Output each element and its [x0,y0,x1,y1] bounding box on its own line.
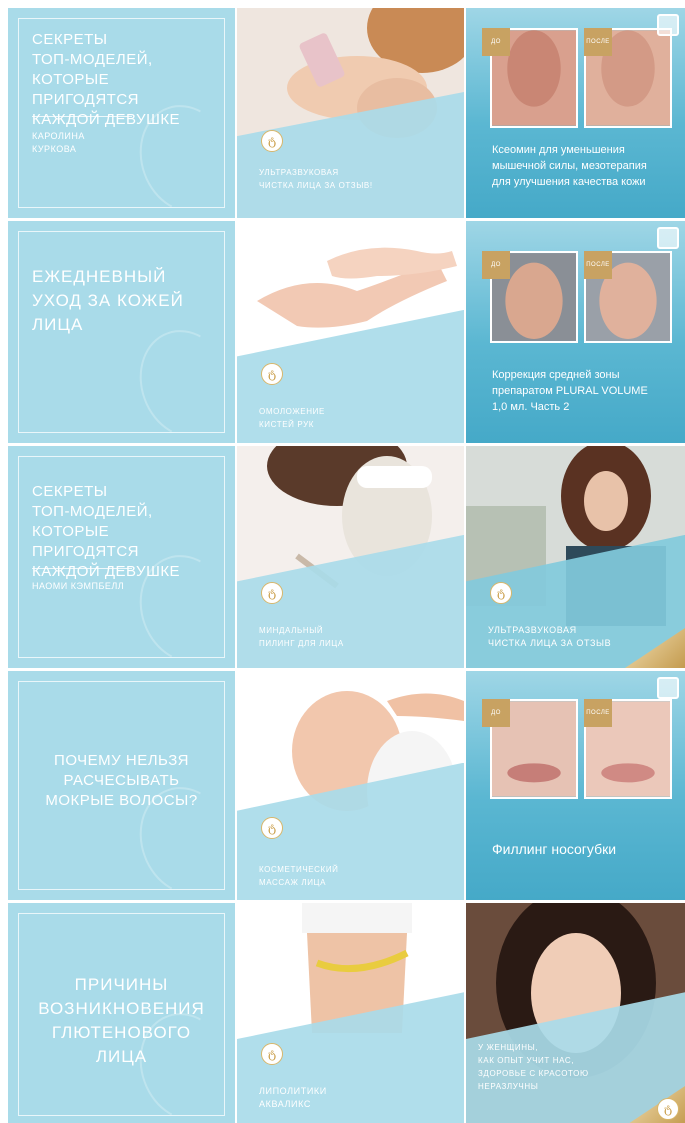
divider-line [32,116,132,117]
tile-caption: У ЖЕНЩИНЫ, КАК ОПЫТ УЧИТ НАС, ЗДОРОВЬЕ С… [478,1043,589,1091]
post-tile-hand-rejuvenation[interactable]: ტ ОМОЛОЖЕНИЕ КИСТЕЙ РУК [237,221,464,443]
after-label: ПОСЛЕ [584,251,612,279]
corner-square-icon [657,227,679,249]
post-tile-ultrasonic-cleaning[interactable]: ტ УЛЬТРАЗВУКОВАЯ ЧИСТКА ЛИЦА ЗА ОТЗЫВ! [237,8,464,218]
tile-caption: КОСМЕТИЧЕСКИЙ МАССАЖ ЛИЦА [259,865,339,887]
brand-logo-icon: ტ [261,582,283,604]
brand-logo-icon: ტ [490,582,512,604]
after-label: ПОСЛЕ [584,28,612,56]
post-tile-health-and-beauty[interactable]: У ЖЕНЩИНЫ, КАК ОПЫТ УЧИТ НАС, ЗДОРОВЬЕ С… [466,903,685,1123]
tile-description: Коррекция средней зоны препаратом PLURAL… [492,369,648,413]
tile-caption: УЛЬТРАЗВУКОВАЯ ЧИСТКА ЛИЦА ЗА ОТЗЫВ [488,625,612,648]
brand-logo-icon: ტ [261,363,283,385]
tile-caption: ОМОЛОЖЕНИЕ КИСТЕЙ РУК [259,407,325,429]
tile-description: Филлинг носогубки [492,841,617,857]
brand-logo-icon: ტ [261,130,283,152]
tile-caption: УЛЬТРАЗВУКОВАЯ ЧИСТКА ЛИЦА ЗА ОТЗЫВ! [259,168,373,190]
before-label: ДО [482,699,510,727]
corner-square-icon [657,14,679,36]
post-tile-secrets-campbell[interactable]: СЕКРЕТЫ ТОП-МОДЕЛЕЙ, КОТОРЫЕ ПРИГОДЯТСЯ … [8,446,235,668]
after-label: ПОСЛЕ [584,699,612,727]
post-tile-wet-hair[interactable]: ПОЧЕМУ НЕЛЬЗЯ РАСЧЕСЫВАТЬ МОКРЫЕ ВОЛОСЫ? [8,671,235,900]
brand-logo-icon: ტ [261,1043,283,1065]
tile-headline: ПРИЧИНЫ ВОЗНИКНОВЕНИЯ ГЛЮТЕНОВОГО ЛИЦА [38,975,205,1066]
tile-caption: КАРОЛИНА КУРКОВА [32,131,85,154]
tile-headline: СЕКРЕТЫ ТОП-МОДЕЛЕЙ, КОТОРЫЕ ПРИГОДЯТСЯ … [32,31,181,128]
tile-headline: ПОЧЕМУ НЕЛЬЗЯ РАСЧЕСЫВАТЬ МОКРЫЕ ВОЛОСЫ? [45,752,198,809]
tile-description: Ксеомин для уменьшения мышечной силы, ме… [492,144,647,188]
tile-caption: МИНДАЛЬНЫЙ ПИЛИНГ ДЛЯ ЛИЦА [259,626,344,648]
brand-logo-icon: ტ [261,817,283,839]
post-tile-lipolytics[interactable]: ტ ЛИПОЛИТИКИ АКВАЛИКС [237,903,464,1123]
tile-caption: НАОМИ КЭМПБЕЛЛ [32,581,125,591]
before-label: ДО [482,251,510,279]
corner-square-icon [657,677,679,699]
brand-logo-icon: ტ [657,1098,679,1120]
post-tile-almond-peeling[interactable]: ტ МИНДАЛЬНЫЙ ПИЛИНГ ДЛЯ ЛИЦА [237,446,464,668]
post-tile-ultrasonic-review[interactable]: ტ УЛЬТРАЗВУКОВАЯ ЧИСТКА ЛИЦА ЗА ОТЗЫВ [466,446,685,668]
post-tile-secrets-kurkova[interactable]: СЕКРЕТЫ ТОП-МОДЕЛЕЙ, КОТОРЫЕ ПРИГОДЯТСЯ … [8,8,235,218]
post-tile-face-massage[interactable]: ტ КОСМЕТИЧЕСКИЙ МАССАЖ ЛИЦА [237,671,464,900]
divider-line [32,568,132,569]
post-tile-gluten-face[interactable]: ПРИЧИНЫ ВОЗНИКНОВЕНИЯ ГЛЮТЕНОВОГО ЛИЦА [8,903,235,1123]
post-tile-nasolabial-filling[interactable]: ДО ПОСЛЕ Филлинг носогубки [466,671,685,900]
before-label: ДО [482,28,510,56]
tile-headline: СЕКРЕТЫ ТОП-МОДЕЛЕЙ, КОТОРЫЕ ПРИГОДЯТСЯ … [32,483,181,580]
post-tile-xeomin-before-after[interactable]: ДО ПОСЛЕ Ксеомин для уменьшения мышечной… [466,8,685,218]
post-tile-daily-skin-care[interactable]: ЕЖЕДНЕВНЫЙ УХОД ЗА КОЖЕЙ ЛИЦА [8,221,235,443]
post-tile-plural-volume-before-after[interactable]: ДО ПОСЛЕ Коррекция средней зоны препарат… [466,221,685,443]
tile-headline: ЕЖЕДНЕВНЫЙ УХОД ЗА КОЖЕЙ ЛИЦА [32,267,184,334]
tile-caption: ЛИПОЛИТИКИ АКВАЛИКС [259,1086,327,1109]
